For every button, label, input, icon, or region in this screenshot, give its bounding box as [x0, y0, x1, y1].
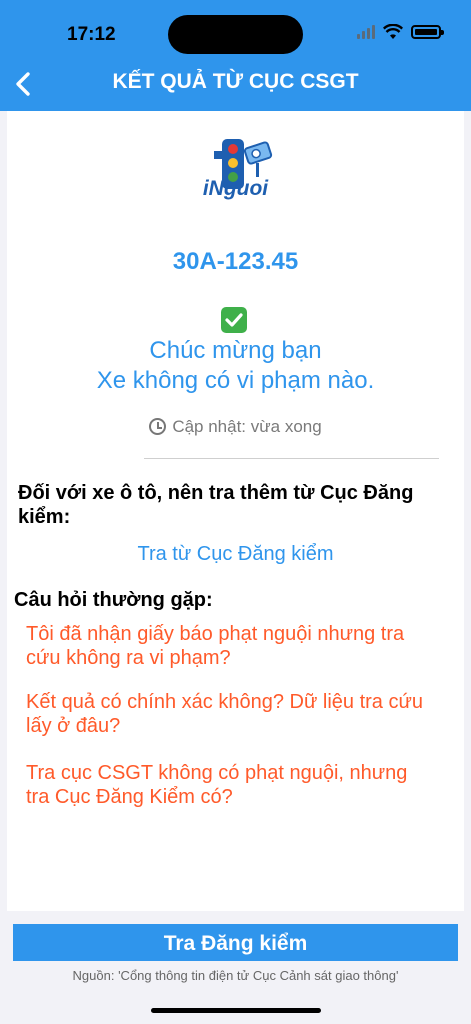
page-title: KẾT QUẢ TỪ CỤC CSGT [112, 70, 359, 93]
source-note: Nguồn: 'Cổng thông tin điện tử Cục Cảnh … [72, 968, 399, 983]
status-icons [357, 24, 444, 40]
faq-item-2[interactable]: Kết quả có chính xác không? Dữ liệu tra … [26, 690, 436, 738]
faq-title: Câu hỏi thường gặp: [14, 589, 213, 611]
license-plate: 30A-123.45 [172, 248, 299, 275]
clock-icon [149, 418, 167, 435]
update-text: Cập nhật: vừa xong [172, 417, 322, 436]
battery-icon [411, 25, 444, 39]
car-note-text: Đối với xe ô tô, nên tra thêm từ Cục Đăn… [18, 482, 414, 528]
congrats-line-2: Xe không có vi phạm nào. [96, 367, 375, 394]
faq-item-1[interactable]: Tôi đã nhận giấy báo phạt nguội nhưng tr… [26, 622, 436, 670]
faq-item-3[interactable]: Tra cục CSGT không có phạt nguội, nhưng … [26, 761, 436, 809]
check-mark-icon [221, 307, 247, 333]
status-time: 17:12 [67, 24, 116, 45]
registry-lookup-link[interactable]: Tra từ Cục Đăng kiểm [7, 543, 464, 566]
home-indicator [151, 1008, 321, 1013]
update-status: Cập nhật: vừa xong [7, 417, 464, 437]
signal-icon [357, 25, 375, 39]
congrats-line-1: Chúc mừng bạn [149, 337, 322, 364]
wifi-icon [383, 24, 403, 39]
registry-lookup-button[interactable]: Tra Đăng kiểm [13, 924, 458, 961]
divider [144, 458, 439, 459]
dynamic-island [168, 15, 303, 54]
app-header: 17:12 KẾT QUẢ TỪ CỤC CSGT [0, 0, 471, 111]
logo-text: iNguoi [202, 177, 269, 200]
result-card: iNguoi 30A-123.45 Chúc mừng bạn Xe không… [7, 111, 464, 911]
congrats-message: Chúc mừng bạn Xe không có vi phạm nào. [7, 336, 464, 396]
